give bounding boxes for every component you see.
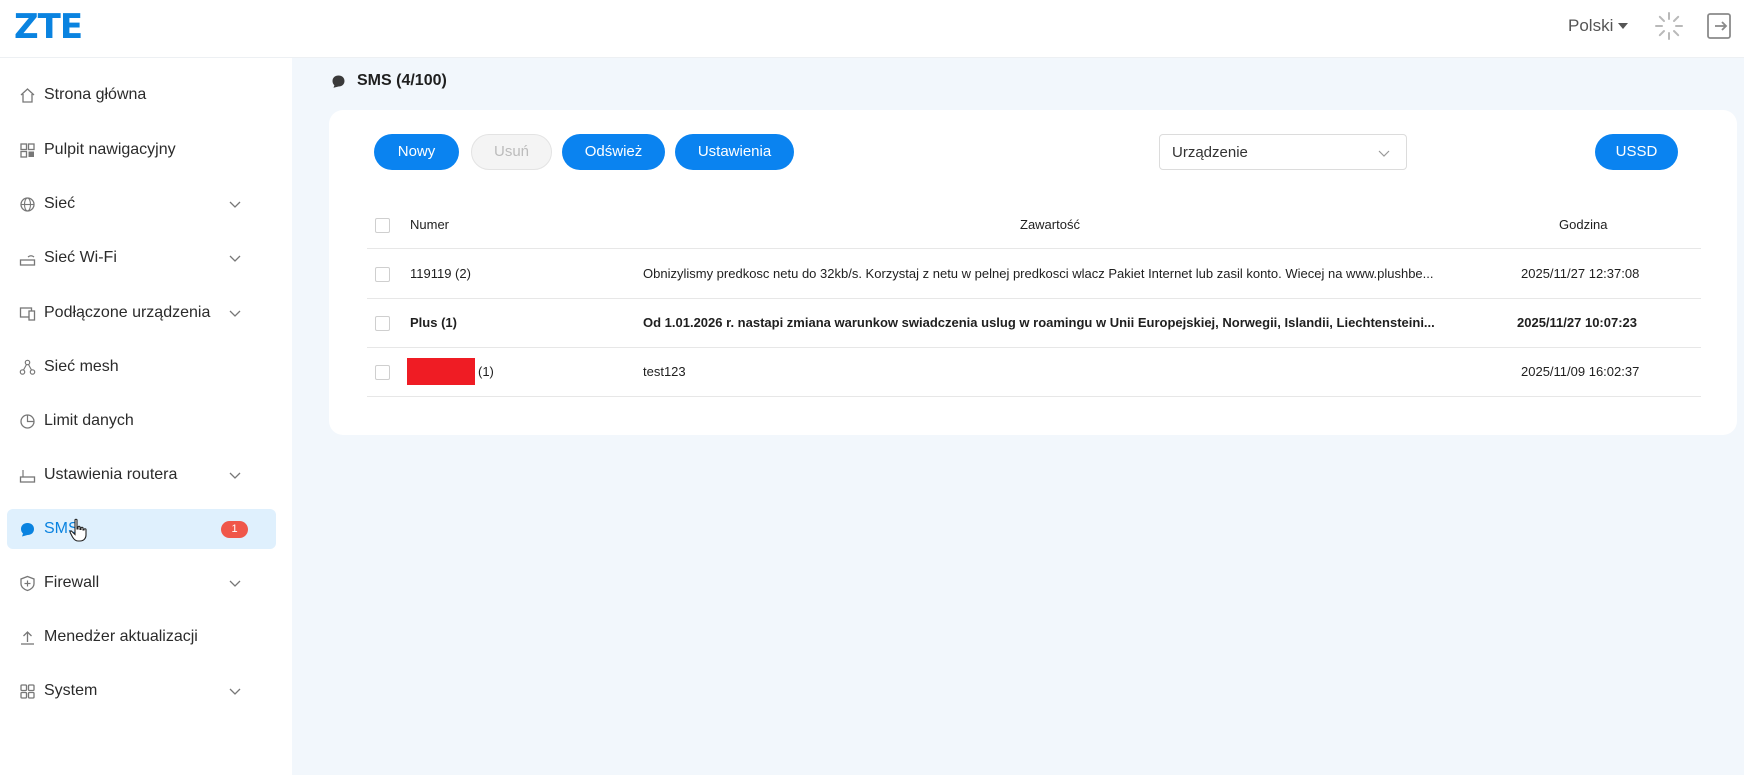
sender-number: Plus (1) (410, 315, 457, 330)
chevron-down-icon (229, 472, 241, 479)
column-header-number: Numer (410, 217, 450, 232)
sidebar-item-label: Firewall (44, 574, 100, 591)
message-icon (332, 75, 345, 88)
router-icon (19, 470, 36, 483)
table-row[interactable]: Plus (1) Od 1.01.2026 r. nastapi zmiana … (367, 299, 1701, 348)
row-checkbox[interactable] (375, 316, 390, 331)
ussd-button[interactable]: USSD (1595, 134, 1678, 170)
sidebar-item-firewall[interactable]: Firewall (7, 563, 276, 603)
grid-icon (20, 684, 35, 699)
logout-icon[interactable] (1706, 11, 1734, 41)
row-checkbox[interactable] (375, 365, 390, 380)
chevron-down-icon (229, 255, 241, 262)
sidebar-item-mesh[interactable]: Sieć mesh (7, 347, 276, 387)
sidebar-item-home[interactable]: Strona główna (7, 75, 276, 115)
sidebar-item-label: Menedżer aktualizacji (44, 628, 198, 645)
delete-button[interactable]: Usuń (471, 134, 552, 170)
sidebar-item-label: Podłączone urządzenia (44, 304, 211, 321)
sidebar-item-label: Ustawienia routera (44, 466, 178, 483)
page-title: SMS (4/100) (357, 72, 447, 89)
location-select-value: Urządzenie (1172, 144, 1248, 161)
select-all-checkbox[interactable] (375, 218, 390, 233)
sidebar: Strona główna Pulpit nawigacyjny Sieć Si… (0, 58, 292, 775)
top-bar: ZTE Polski (0, 0, 1744, 58)
sidebar-item-wifi[interactable]: Sieć Wi-Fi (7, 238, 276, 278)
sidebar-item-data-limit[interactable]: Limit danych (7, 401, 276, 441)
sidebar-item-label: Strona główna (44, 86, 147, 103)
globe-icon (20, 197, 35, 212)
sidebar-item-label: Sieć (44, 195, 76, 212)
router-wifi-icon (19, 255, 36, 266)
loading-spinner-icon (1655, 12, 1683, 40)
home-icon (20, 88, 35, 103)
message-content: test123 (643, 364, 686, 379)
sidebar-item-connected-devices[interactable]: Podłączone urządzenia (7, 293, 276, 333)
dashboard-icon (20, 143, 35, 158)
sidebar-item-dashboard[interactable]: Pulpit nawigacyjny (7, 130, 276, 170)
column-header-time: Godzina (1559, 217, 1608, 232)
language-label: Polski (1568, 16, 1614, 35)
pie-icon (20, 414, 35, 429)
unread-badge: 1 (221, 521, 248, 538)
mesh-icon (19, 359, 36, 375)
chevron-down-icon (229, 688, 241, 695)
sidebar-item-router-settings[interactable]: Ustawienia routera (7, 455, 276, 495)
language-selector[interactable]: Polski (1568, 16, 1629, 36)
message-icon (21, 523, 34, 537)
upload-icon (21, 631, 34, 645)
column-header-content: Zawartość (1020, 217, 1080, 232)
sidebar-item-label: Limit danych (44, 412, 134, 429)
chevron-down-icon (1378, 150, 1390, 157)
location-select[interactable]: Urządzenie (1159, 134, 1407, 170)
page-heading: SMS (4/100) (331, 72, 447, 90)
message-time: 2025/11/27 12:37:08 (1521, 266, 1640, 281)
zte-logo[interactable]: ZTE (14, 7, 83, 47)
chevron-down-icon (229, 580, 241, 587)
message-time: 2025/11/27 10:07:23 (1517, 315, 1637, 330)
table-row[interactable]: (1) test123 2025/11/09 16:02:37 (367, 348, 1701, 397)
devices-icon (19, 307, 36, 321)
redacted-number (407, 358, 475, 385)
table-row[interactable]: 119119 (2) Obnizylismy predkosc netu do … (367, 249, 1701, 299)
new-message-button[interactable]: Nowy (374, 134, 459, 170)
row-checkbox[interactable] (375, 267, 390, 282)
message-content: Obnizylismy predkosc netu do 32kb/s. Kor… (643, 266, 1434, 281)
sidebar-item-network[interactable]: Sieć (7, 184, 276, 224)
sender-cell: (1) (407, 358, 494, 385)
chevron-down-icon (229, 201, 241, 208)
sidebar-item-label: System (44, 682, 98, 699)
settings-button[interactable]: Ustawienia (675, 134, 794, 170)
refresh-button[interactable]: Odśwież (562, 134, 665, 170)
hand-cursor-icon (69, 518, 87, 542)
shield-icon (20, 575, 35, 592)
sidebar-item-system[interactable]: System (7, 671, 276, 711)
sidebar-item-sms[interactable]: SMS 1 (7, 509, 276, 549)
sidebar-item-label: Sieć Wi-Fi (44, 249, 117, 266)
sidebar-item-update-manager[interactable]: Menedżer aktualizacji (7, 617, 276, 657)
table-header-row: Numer Zawartość Godzina (367, 203, 1701, 249)
sidebar-item-label: Pulpit nawigacyjny (44, 141, 176, 158)
caret-down-icon (1618, 23, 1629, 29)
message-content: Od 1.01.2026 r. nastapi zmiana warunkow … (643, 315, 1435, 330)
chevron-down-icon (229, 310, 241, 317)
sidebar-item-label: Sieć mesh (44, 358, 119, 375)
sender-number: (1) (478, 364, 494, 379)
message-time: 2025/11/09 16:02:37 (1521, 364, 1640, 379)
sender-number: 119119 (2) (410, 266, 471, 281)
